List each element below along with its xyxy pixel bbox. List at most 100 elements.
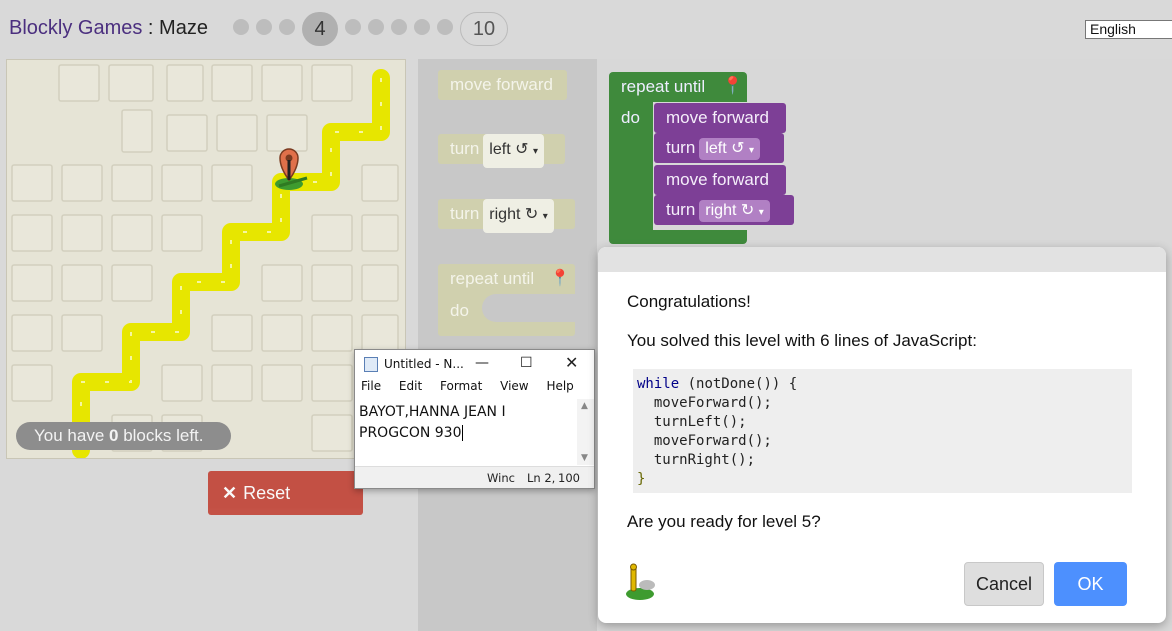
level-dot-8[interactable]	[414, 19, 430, 35]
direction-dropdown[interactable]: right ↻ ▾	[483, 199, 554, 233]
brand-link[interactable]: Blockly Games	[9, 17, 142, 39]
capacity-text-suffix: blocks left.	[118, 426, 204, 445]
block-label: move forward	[450, 75, 553, 94]
dropdown-value: right ↻	[705, 202, 755, 219]
notepad-text-area[interactable]: BAYOT,HANNA JEAN I PROGCON 930	[359, 402, 577, 444]
status-position: Ln 2,	[527, 471, 556, 485]
level-current[interactable]: 4	[302, 12, 338, 46]
capacity-text-prefix: You have	[34, 426, 109, 445]
page-title: Blockly Games : Maze	[9, 17, 208, 40]
map-pin-icon: 📍	[550, 270, 570, 287]
level-dot-9[interactable]	[437, 19, 453, 35]
workspace-move-forward-block-1[interactable]: move forward	[654, 103, 786, 133]
dropdown-arrow-icon: ▾	[532, 146, 538, 157]
menu-file[interactable]: File	[361, 379, 381, 393]
block-label: turn	[450, 204, 480, 223]
direction-dropdown[interactable]: left ↺ ▾	[699, 138, 760, 160]
cancel-button[interactable]: Cancel	[964, 562, 1044, 606]
reset-label: Reset	[243, 483, 291, 503]
code-block: while (notDone()) { moveForward(); turnL…	[633, 369, 1132, 493]
toolbox: move forward turn left ↺ ▾ turn right ↻ ▾ …	[418, 59, 597, 631]
workspace-move-forward-block-2[interactable]: move forward	[654, 165, 786, 195]
scroll-down-icon[interactable]: ▼	[581, 453, 588, 463]
dropdown-arrow-icon: ▾	[542, 211, 548, 222]
code-keyword: while	[637, 376, 680, 392]
congratulations-dialog: Congratulations! You solved this level w…	[598, 247, 1166, 623]
block-label: turn	[450, 139, 480, 158]
dropdown-value: left ↺	[489, 141, 529, 158]
level-last[interactable]: 10	[460, 12, 508, 46]
block-label: turn	[666, 138, 696, 157]
notepad-window[interactable]: Untitled - N... — ☐ ✕ File Edit Format V…	[354, 349, 595, 489]
workspace-turn-left-block[interactable]: turn left ↺ ▾	[654, 133, 784, 163]
text-line-1: BAYOT,HANNA JEAN I	[359, 404, 506, 420]
reset-button[interactable]: ✕ Reset	[208, 471, 363, 515]
close-icon[interactable]: ✕	[565, 353, 578, 372]
title-separator: :	[142, 17, 160, 39]
minimize-icon[interactable]: —	[475, 355, 489, 371]
direction-dropdown[interactable]: right ↻ ▾	[699, 200, 770, 222]
map-pin-icon: 📍	[722, 76, 744, 95]
toolbox-move-forward-block[interactable]: move forward	[438, 70, 567, 100]
close-icon: ✕	[222, 483, 238, 503]
level-dot-3[interactable]	[279, 19, 295, 35]
maze-walls	[11, 64, 399, 452]
level-dot-7[interactable]	[391, 19, 407, 35]
code-text: (notDone()) {	[679, 376, 798, 392]
dialog-heading: Congratulations!	[627, 292, 751, 311]
menu-view[interactable]: View	[500, 379, 528, 393]
level-dot-1[interactable]	[233, 19, 249, 35]
block-label: repeat until	[450, 269, 535, 288]
block-do-label: do	[450, 301, 469, 320]
notepad-statusbar: Winc Ln 2, 100	[355, 466, 594, 488]
pegman-icon	[626, 563, 655, 600]
maze-svg	[11, 64, 399, 458]
block-label: repeat until	[621, 77, 706, 96]
text-cursor	[462, 425, 464, 441]
notepad-titlebar[interactable]: Untitled - N... — ☐ ✕	[355, 350, 594, 379]
block-label: move forward	[666, 108, 769, 127]
code-line-1: while (notDone()) {	[637, 375, 1128, 394]
text-line-2: PROGCON 930	[359, 423, 577, 444]
dialog-message: You solved this level with 6 lines of Ja…	[627, 331, 977, 350]
menu-help[interactable]: Help	[546, 379, 573, 393]
maze-board	[6, 59, 406, 459]
level-dot-6[interactable]	[368, 19, 384, 35]
toolbox-repeat-until-block[interactable]: repeat until 📍 do	[438, 264, 575, 336]
toolbox-turn-left-block[interactable]: turn left ↺ ▾	[438, 134, 565, 168]
maximize-icon[interactable]: ☐	[520, 355, 533, 371]
code-line-2: moveForward();	[637, 395, 772, 411]
workspace-turn-right-block[interactable]: turn right ↻ ▾	[654, 195, 794, 225]
menu-edit[interactable]: Edit	[399, 379, 422, 393]
block-do-label: do	[621, 108, 640, 127]
dialog-question: Are you ready for level 5?	[627, 512, 821, 531]
level-dot-2[interactable]	[256, 19, 272, 35]
notepad-menubar: File Edit Format View Help	[355, 379, 594, 399]
dropdown-arrow-icon: ▾	[748, 145, 754, 156]
blocks-left-capacity: You have 0 blocks left.	[16, 422, 231, 450]
code-line-5: turnRight();	[637, 452, 756, 468]
block-label: turn	[666, 200, 696, 219]
ok-button[interactable]: OK	[1054, 562, 1127, 606]
toolbox-turn-right-block[interactable]: turn right ↻ ▾	[438, 199, 575, 233]
game-name: Maze	[159, 17, 208, 39]
notepad-scrollbar[interactable]: ▲ ▼	[577, 399, 594, 465]
scroll-up-icon[interactable]: ▲	[581, 401, 588, 411]
block-slot	[482, 294, 575, 322]
status-encoding: Winc	[487, 471, 515, 485]
language-select[interactable]: English	[1085, 20, 1172, 39]
level-dot-5[interactable]	[345, 19, 361, 35]
dropdown-value: right ↻	[489, 206, 539, 223]
dropdown-arrow-icon: ▾	[758, 207, 764, 218]
menu-format[interactable]: Format	[440, 379, 482, 393]
direction-dropdown[interactable]: left ↺ ▾	[483, 134, 544, 168]
code-line-3: turnLeft();	[637, 414, 747, 430]
code-line-4: moveForward();	[637, 433, 772, 449]
notepad-icon	[364, 357, 378, 372]
status-zoom: 100	[558, 471, 580, 485]
dialog-titlebar[interactable]	[598, 247, 1166, 272]
text-line-2-content: PROGCON 930	[359, 425, 462, 441]
code-line-6: }	[637, 471, 646, 487]
header: Blockly Games : Maze 4 10 English	[0, 0, 1172, 58]
block-label: move forward	[666, 170, 769, 189]
